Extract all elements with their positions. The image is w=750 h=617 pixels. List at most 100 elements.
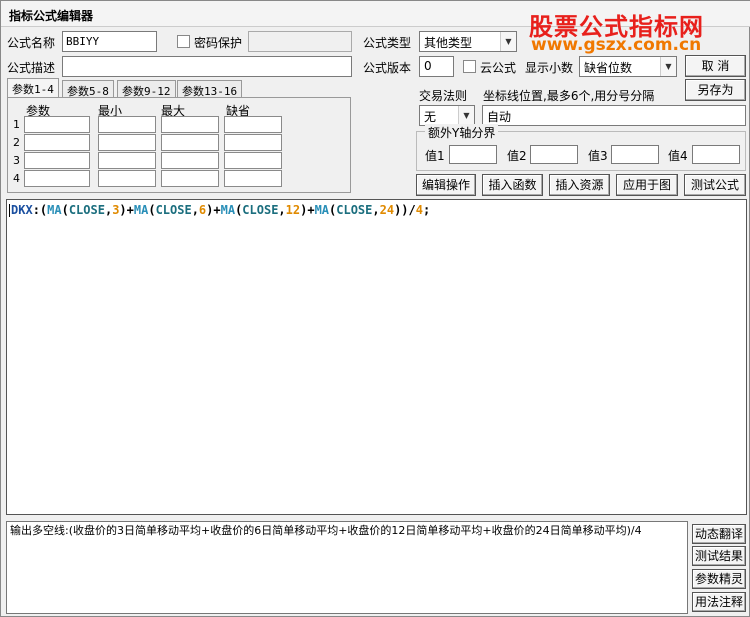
params-panel: 参数 最小 最大 缺省 1 2 3 4 — [7, 97, 351, 193]
apply-to-chart-button[interactable]: 应用于图 — [616, 174, 678, 196]
desc-label: 公式描述 — [7, 61, 56, 75]
trade-rule-select[interactable]: 无 ▼ — [419, 105, 475, 126]
chevron-down-icon: ▼ — [458, 106, 474, 125]
y-value-4-input[interactable] — [692, 145, 740, 164]
code-token: MA — [47, 203, 62, 217]
translation-output: 输出多空线:(收盘价的3日简单移动平均+收盘价的6日简单移动平均+收盘价的12日… — [6, 521, 688, 614]
text-caret — [9, 204, 10, 217]
param-2-max[interactable] — [161, 134, 219, 151]
insert-function-button[interactable]: 插入函数 — [482, 174, 543, 196]
window-title: 指标公式编辑器 — [9, 9, 94, 23]
param-2-name[interactable] — [24, 134, 90, 151]
y-value-2-label: 值2 — [507, 149, 527, 163]
insert-resource-button[interactable]: 插入资源 — [549, 174, 610, 196]
password-input[interactable] — [248, 31, 352, 52]
tab-params-13-16[interactable]: 参数13-16 — [177, 80, 243, 98]
param-1-min[interactable] — [98, 116, 156, 133]
code-token: CLOSE — [155, 203, 192, 217]
param-wizard-button[interactable]: 参数精灵 — [692, 569, 746, 589]
code-token: CLOSE — [68, 203, 105, 217]
tab-params-1-4[interactable]: 参数1-4 — [7, 78, 59, 98]
code-line: DKX:(MA(CLOSE,3)+MA(CLOSE,6)+MA(CLOSE,12… — [11, 203, 430, 217]
param-2-default[interactable] — [224, 134, 282, 151]
decimals-label: 显示小数 — [525, 61, 574, 75]
desc-input[interactable] — [62, 56, 352, 77]
trade-rule-value: 无 — [424, 110, 437, 124]
decimals-select-value: 缺省位数 — [584, 61, 633, 75]
param-3-max[interactable] — [161, 152, 219, 169]
y-value-2-input[interactable] — [530, 145, 578, 164]
code-token: 24 — [379, 203, 395, 217]
code-token: MA — [314, 203, 330, 217]
code-token: )+ — [206, 203, 221, 217]
param-row-label: 2 — [13, 136, 20, 149]
param-3-default[interactable] — [224, 152, 282, 169]
param-1-max[interactable] — [161, 116, 219, 133]
cloud-checkbox[interactable] — [463, 60, 476, 73]
code-token: 12 — [285, 203, 301, 217]
test-result-button[interactable]: 测试结果 — [692, 546, 746, 566]
chevron-down-icon: ▼ — [660, 57, 676, 76]
code-token: ( — [148, 203, 156, 217]
name-label: 公式名称 — [7, 36, 56, 50]
formula-editor-window: 指标公式编辑器 股票公式指标网 www.gszx.com.cn 公式名称 BBI… — [0, 0, 750, 617]
param-4-name[interactable] — [24, 170, 90, 187]
save-as-button[interactable]: 另存为 — [685, 79, 746, 101]
version-input[interactable]: 0 — [419, 56, 454, 77]
code-token: DKX — [11, 203, 33, 217]
usage-notes-button[interactable]: 用法注释 — [692, 592, 746, 612]
param-row-label: 1 — [13, 118, 20, 131]
coord-input[interactable]: 自动 — [482, 105, 746, 126]
name-input[interactable]: BBIYY — [62, 31, 157, 52]
test-formula-button[interactable]: 测试公式 — [684, 174, 746, 196]
code-token: :( — [32, 203, 48, 217]
y-value-3-input[interactable] — [611, 145, 659, 164]
type-label: 公式类型 — [363, 36, 412, 50]
edit-ops-button[interactable]: 编辑操作 — [416, 174, 476, 196]
param-row-label: 4 — [13, 172, 20, 185]
tab-params-5-8[interactable]: 参数5-8 — [62, 80, 114, 98]
param-1-name[interactable] — [24, 116, 90, 133]
decimals-select[interactable]: 缺省位数 ▼ — [579, 56, 677, 77]
code-token: )+ — [300, 203, 315, 217]
y-value-4-label: 值4 — [668, 149, 688, 163]
chevron-down-icon: ▼ — [500, 32, 516, 51]
extra-y-axis-label: 额外Y轴分界 — [425, 124, 499, 141]
formula-code-editor[interactable]: DKX:(MA(CLOSE,3)+MA(CLOSE,6)+MA(CLOSE,12… — [6, 199, 747, 515]
y-value-1-input[interactable] — [449, 145, 497, 164]
coord-label: 坐标线位置,最多6个,用分号分隔 — [483, 89, 655, 103]
code-token: )+ — [119, 203, 134, 217]
password-label: 密码保护 — [194, 36, 243, 50]
code-token: , — [191, 203, 199, 217]
watermark-url: www.gszx.com.cn — [531, 35, 702, 55]
param-4-min[interactable] — [98, 170, 156, 187]
param-4-max[interactable] — [161, 170, 219, 187]
y-value-1-label: 值1 — [425, 149, 445, 163]
code-token: ( — [61, 203, 69, 217]
extra-y-axis-group: 额外Y轴分界 值1 值2 值3 值4 — [416, 124, 746, 171]
version-label: 公式版本 — [363, 61, 412, 75]
cancel-button[interactable]: 取 消 — [685, 55, 746, 77]
param-3-name[interactable] — [24, 152, 90, 169]
code-token: , — [278, 203, 286, 217]
code-token: CLOSE — [242, 203, 279, 217]
code-token: ; — [422, 203, 431, 217]
param-4-default[interactable] — [224, 170, 282, 187]
param-row-label: 3 — [13, 154, 20, 167]
y-value-3-label: 值3 — [588, 149, 608, 163]
code-token: CLOSE — [336, 203, 373, 217]
code-token: , — [372, 203, 380, 217]
type-select[interactable]: 其他类型 ▼ — [419, 31, 517, 52]
dynamic-translate-button[interactable]: 动态翻译 — [692, 524, 746, 544]
code-token: MA — [133, 203, 149, 217]
code-token: MA — [220, 203, 236, 217]
param-2-min[interactable] — [98, 134, 156, 151]
param-1-default[interactable] — [224, 116, 282, 133]
param-3-min[interactable] — [98, 152, 156, 169]
type-select-value: 其他类型 — [424, 36, 473, 50]
tab-params-9-12[interactable]: 参数9-12 — [117, 80, 176, 98]
code-token: 4 — [415, 203, 423, 217]
trade-rule-label: 交易法则 — [419, 89, 468, 103]
code-token: ))/ — [394, 203, 416, 217]
password-checkbox[interactable] — [177, 35, 190, 48]
